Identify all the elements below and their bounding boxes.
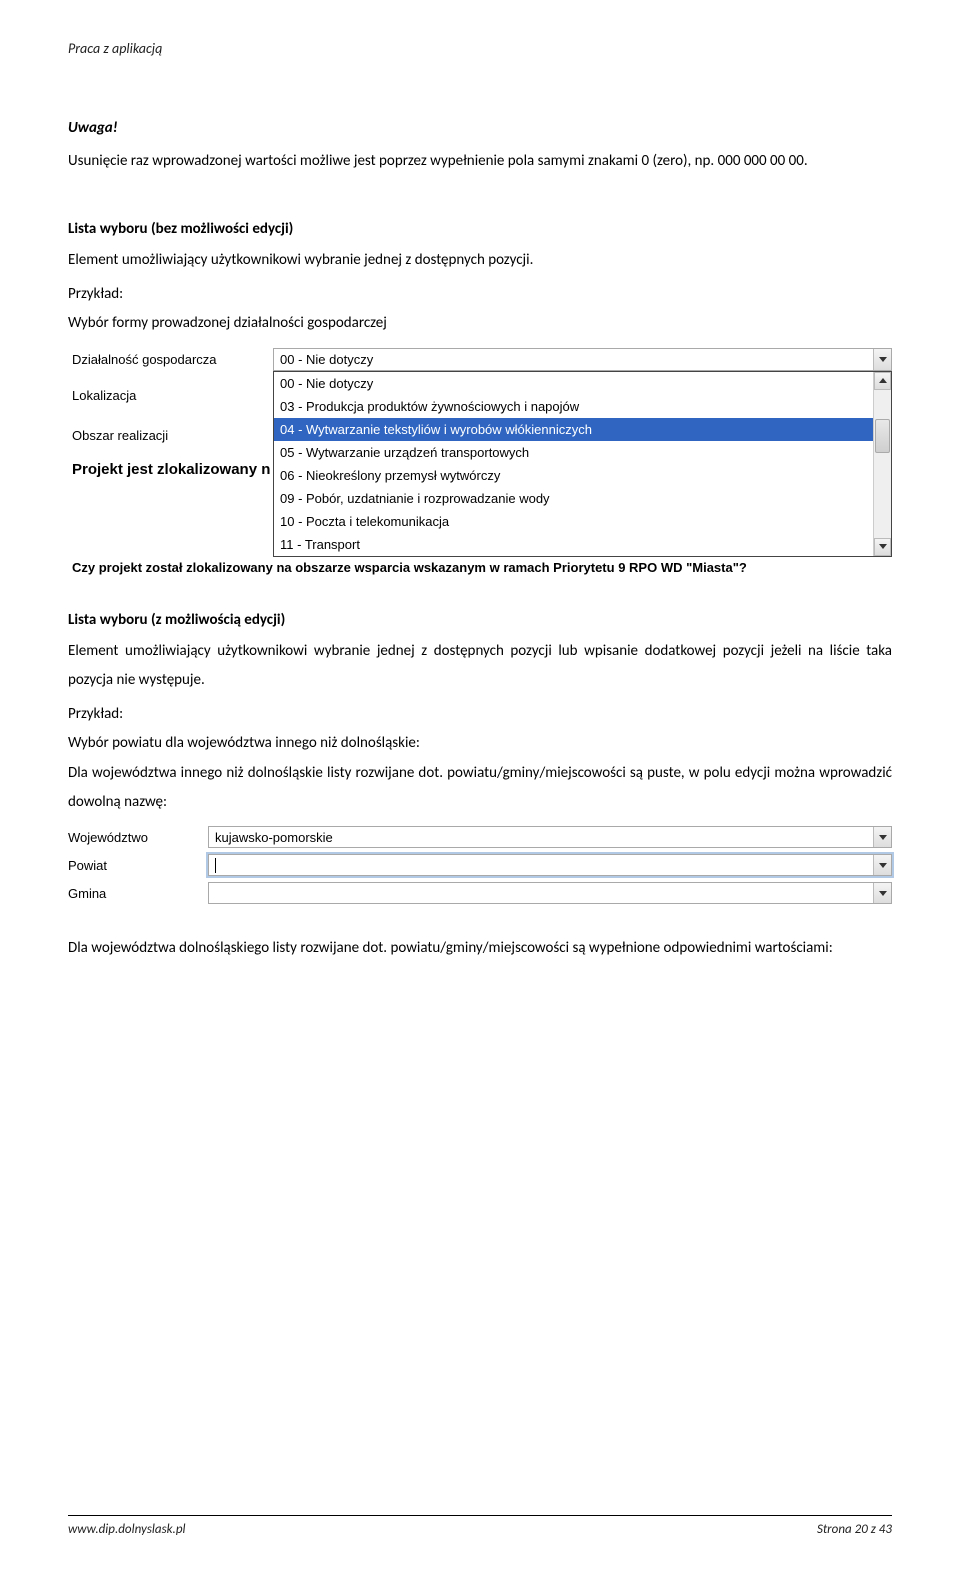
editable-select-field[interactable] [208, 854, 892, 876]
dropdown-option[interactable]: 00 - Nie dotyczy [274, 372, 873, 395]
section1-desc: Element umożliwiający użytkownikowi wybr… [68, 246, 892, 275]
footer-url: www.dip.dolnyslask.pl [68, 1522, 185, 1537]
text-cursor [215, 858, 216, 873]
page-header: Praca z aplikacją [68, 40, 892, 57]
field-label: Województwo [68, 830, 208, 845]
page-footer: www.dip.dolnyslask.pl Strona 20 z 43 [68, 1515, 892, 1537]
dropdown-arrow-icon[interactable] [873, 349, 891, 370]
dropdown-option[interactable]: 09 - Pobór, uzdatnianie i rozprowadzanie… [274, 487, 873, 510]
tail-paragraph: Dla województwa dolnośląskiego listy roz… [68, 934, 892, 963]
dropdown-option[interactable]: 05 - Wytwarzanie urządzeń transportowych [274, 441, 873, 464]
field-label: Powiat [68, 858, 208, 873]
intro-paragraph: Usunięcie raz wprowadzonej wartości możl… [68, 147, 892, 176]
form-row: Województwokujawsko-pomorskie [68, 826, 892, 848]
dropdown-option[interactable]: 06 - Nieokreślony przemysł wytwórczy [274, 464, 873, 487]
dropdown-arrow-icon[interactable] [873, 855, 891, 875]
form-screenshot-2: Województwokujawsko-pomorskiePowiatGmina [68, 826, 892, 904]
footer-page-number: Strona 20 z 43 [817, 1522, 892, 1537]
section2-para2: Dla województwa innego niż dolnośląskie … [68, 759, 892, 816]
select-field[interactable]: kujawsko-pomorskie [208, 826, 892, 848]
scroll-down-icon[interactable] [874, 538, 891, 556]
example2-label: Przykład: [68, 700, 892, 729]
select-dzialalnosc[interactable]: 00 - Nie dotyczy [273, 348, 892, 371]
section1-title: Lista wyboru (bez możliwości edycji) [68, 220, 892, 238]
example-label: Przykład: [68, 280, 892, 309]
select-value: 00 - Nie dotyczy [274, 352, 873, 367]
section2-desc: Element umożliwiający użytkownikowi wybr… [68, 637, 892, 694]
label-dzialalnosc: Działalność gospodarcza [68, 348, 273, 371]
field-value: kujawsko-pomorskie [209, 830, 873, 845]
example-text: Wybór formy prowadzonej działalności gos… [68, 309, 892, 338]
dropdown-list[interactable]: 00 - Nie dotyczy03 - Produkcja produktów… [273, 371, 892, 557]
dropdown-option[interactable]: 11 - Transport [274, 533, 873, 556]
field-label: Gmina [68, 886, 208, 901]
dropdown-arrow-icon[interactable] [873, 827, 891, 847]
scroll-up-icon[interactable] [874, 372, 891, 390]
dropdown-option[interactable]: 04 - Wytwarzanie tekstyliów i wyrobów wł… [274, 418, 873, 441]
form-row: Powiat [68, 854, 892, 876]
form-screenshot-1: Działalność gospodarcza 00 - Nie dotyczy… [68, 345, 892, 573]
label-projekt-bold: Projekt jest zlokalizowany n [68, 457, 273, 482]
section2-title: Lista wyboru (z możliwością edycji) [68, 611, 892, 629]
dropdown-option[interactable]: 03 - Produkcja produktów żywnościowych i… [274, 395, 873, 418]
dropdown-arrow-icon[interactable] [873, 883, 891, 903]
label-bottom-question: Czy projekt został zlokalizowany na obsz… [72, 560, 892, 575]
form-row: Gmina [68, 882, 892, 904]
label-obszar: Obszar realizacji [68, 424, 273, 447]
example2-text: Wybór powiatu dla województwa innego niż… [68, 729, 892, 758]
editable-select-field[interactable] [208, 882, 892, 904]
label-lokalizacja: Lokalizacja [68, 384, 273, 407]
scrollbar-vertical[interactable] [873, 372, 891, 556]
dropdown-option[interactable]: 10 - Poczta i telekomunikacja [274, 510, 873, 533]
scroll-track[interactable] [874, 390, 891, 538]
scroll-thumb[interactable] [875, 419, 890, 453]
intro-heading: Uwaga! [68, 119, 892, 137]
